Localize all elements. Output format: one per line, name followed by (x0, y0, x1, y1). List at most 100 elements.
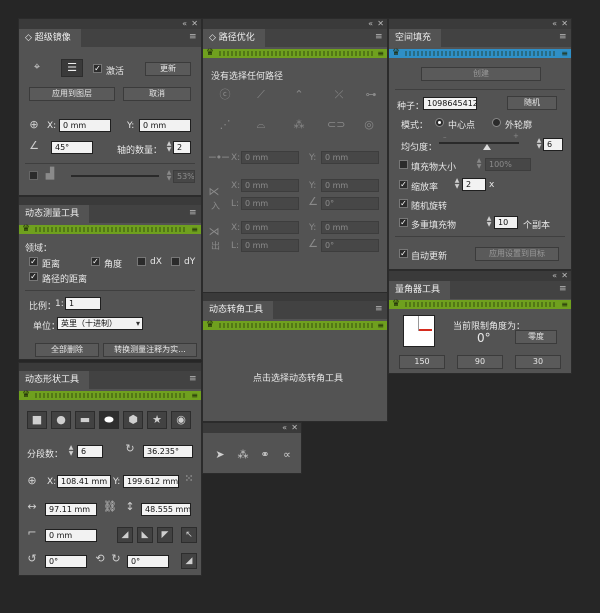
copies-input[interactable]: 10 (494, 216, 518, 229)
banner-menu-icon[interactable]: ≡ (561, 49, 568, 58)
random-rotate-checkbox[interactable]: ✓ (399, 199, 408, 208)
tab-dynamic-measure[interactable]: 动态测量工具 (19, 205, 90, 223)
axis-count-input[interactable]: 2 (173, 141, 191, 154)
convert-annotations-button[interactable]: 转换测量注释为实... (103, 343, 197, 357)
banner-menu-icon[interactable]: ≡ (377, 321, 384, 330)
rotation-input[interactable]: 36.235° (143, 445, 193, 458)
three-circles-icon[interactable]: ⁂ (235, 449, 251, 461)
start-angle-input[interactable]: 0° (45, 555, 87, 568)
close-icon[interactable]: ✕ (377, 19, 384, 29)
distance-checkbox[interactable]: ✓ (29, 257, 38, 266)
corner-inverse-button[interactable]: ◣ (137, 527, 153, 543)
banner-menu-icon[interactable]: ≡ (191, 225, 198, 234)
y-input[interactable]: 0 mm (139, 119, 191, 132)
collapse-icon[interactable]: « (552, 19, 557, 29)
out-x-input[interactable]: 0 mm (241, 221, 299, 234)
path-tool-icon-3[interactable]: ⌃ (291, 89, 307, 101)
shape-rounded-rect-button[interactable]: ▬ (75, 411, 95, 429)
corner-toggle-button[interactable]: ↖ (181, 527, 197, 543)
in-x-input[interactable]: 0 mm (241, 179, 299, 192)
collapse-icon[interactable]: « (182, 19, 187, 29)
random-button[interactable]: 随机 (507, 96, 557, 110)
preset-150-button[interactable]: 150 (399, 355, 445, 369)
x-input[interactable]: 0 mm (59, 119, 111, 132)
path-tool-icon-1[interactable]: ⓒ (217, 89, 233, 101)
fill-size-checkbox[interactable] (399, 160, 408, 169)
path-tool-icon-7[interactable]: ⌓ (253, 119, 269, 131)
path-tool-icon-2[interactable]: ⟋ (253, 89, 269, 101)
close-icon[interactable]: ✕ (561, 19, 568, 29)
corner-round-button[interactable]: ◢ (117, 527, 133, 543)
path-tool-icon-5[interactable]: ⊶ (363, 89, 379, 101)
shape-ring-button[interactable]: ◉ (171, 411, 191, 429)
close-icon[interactable]: ✕ (191, 19, 198, 29)
path-tool-icon-10[interactable]: ◎ (361, 119, 377, 131)
delete-all-button[interactable]: 全部删除 (35, 343, 99, 357)
path-distance-checkbox[interactable]: ✓ (29, 272, 38, 281)
in-y-input[interactable]: 0 mm (321, 179, 379, 192)
mode-outer-radio[interactable] (492, 118, 501, 127)
out-y-input[interactable]: 0 mm (321, 221, 379, 234)
link-icon[interactable]: ⛓ (103, 501, 117, 513)
x-input[interactable]: 108.41 mm (57, 475, 111, 488)
path-tool-icon-9[interactable]: ⊂⊃ (327, 119, 345, 131)
tab-bisector[interactable]: 量角器工具 (389, 281, 451, 299)
path-tool-icon-6[interactable]: ⋰ (217, 119, 233, 131)
select-arrow-icon[interactable]: ➤ (213, 449, 227, 461)
panel-menu-icon[interactable]: ≡ (375, 33, 383, 42)
secondary-checkbox[interactable] (29, 171, 38, 180)
dx-checkbox[interactable] (137, 257, 146, 266)
ratio-input[interactable]: 1 (65, 297, 101, 310)
update-button[interactable]: 更新 (145, 62, 191, 76)
apply-to-target-button[interactable]: 应用设置到目标 (475, 247, 559, 261)
arc-mode-button[interactable]: ◢ (181, 553, 197, 569)
corner-link-icon[interactable]: ∝ (279, 449, 295, 461)
seed-input[interactable]: 1098645412 (423, 97, 477, 110)
shape-star-button[interactable]: ★ (147, 411, 167, 429)
shape-rectangle-button[interactable]: ■ (27, 411, 47, 429)
out-length-input[interactable]: 0 mm (241, 239, 299, 252)
copies-stepper[interactable]: ▲ ▼ (485, 216, 493, 229)
realtime-checkbox[interactable]: ✓ (93, 64, 102, 73)
scale-input[interactable]: 2 (462, 178, 486, 191)
angle-checkbox[interactable]: ✓ (91, 257, 100, 266)
collapse-icon[interactable]: « (282, 423, 287, 433)
mode-center-radio[interactable] (435, 118, 444, 127)
zero-degree-button[interactable]: 零度 (515, 330, 557, 344)
width-input[interactable]: 97.11 mm (45, 503, 97, 516)
uniformity-input[interactable]: 6 (543, 138, 563, 151)
corner-radius-input[interactable]: 0 mm (45, 529, 97, 542)
shape-ellipse-button[interactable]: ⬬ (99, 411, 119, 429)
uniformity-slider-track[interactable] (439, 142, 519, 144)
panel-menu-icon[interactable]: ≡ (189, 33, 197, 42)
tab-space-fill[interactable]: 空间填充 (389, 29, 442, 47)
opacity-stepper[interactable]: ▲ ▼ (165, 170, 173, 183)
in-angle-input[interactable]: 0° (321, 197, 379, 210)
panel-menu-icon[interactable]: ≡ (189, 209, 197, 218)
tab-dynamic-corner[interactable]: 动态转角工具 (203, 301, 274, 319)
mirror-point-icon[interactable]: ⌖ (29, 61, 45, 73)
in-length-input[interactable]: 0 mm (241, 197, 299, 210)
multi-fill-checkbox[interactable]: ✓ (399, 218, 408, 227)
shape-hexagon-button[interactable]: ⬢ (123, 411, 143, 429)
scale-checkbox[interactable]: ✓ (399, 180, 408, 189)
tab-super-mirror[interactable]: ◇ 超级镜像 (19, 29, 81, 47)
out-angle-input[interactable]: 0° (321, 239, 379, 252)
create-button[interactable]: 创建 (421, 67, 541, 81)
collapse-icon[interactable]: « (368, 19, 373, 29)
uniformity-slider-thumb[interactable] (483, 144, 491, 150)
end-angle-input[interactable]: 0° (127, 555, 169, 568)
close-icon[interactable]: ✕ (561, 271, 568, 281)
fill-size-input[interactable]: 100% (485, 158, 531, 171)
panel-menu-icon[interactable]: ≡ (559, 285, 567, 294)
banner-menu-icon[interactable]: ≡ (377, 49, 384, 58)
banner-menu-icon[interactable]: ≡ (191, 391, 198, 400)
close-icon[interactable]: ✕ (291, 423, 298, 433)
unit-select[interactable]: 英里（十进制） (57, 317, 143, 330)
grid-icon[interactable]: ⁙ (181, 473, 197, 485)
preset-90-button[interactable]: 90 (457, 355, 503, 369)
layers-toggle-button[interactable]: ☰ (61, 59, 83, 77)
dy-checkbox[interactable] (171, 257, 180, 266)
uniformity-stepper[interactable]: ▲ ▼ (535, 138, 543, 151)
collapse-icon[interactable]: « (552, 271, 557, 281)
